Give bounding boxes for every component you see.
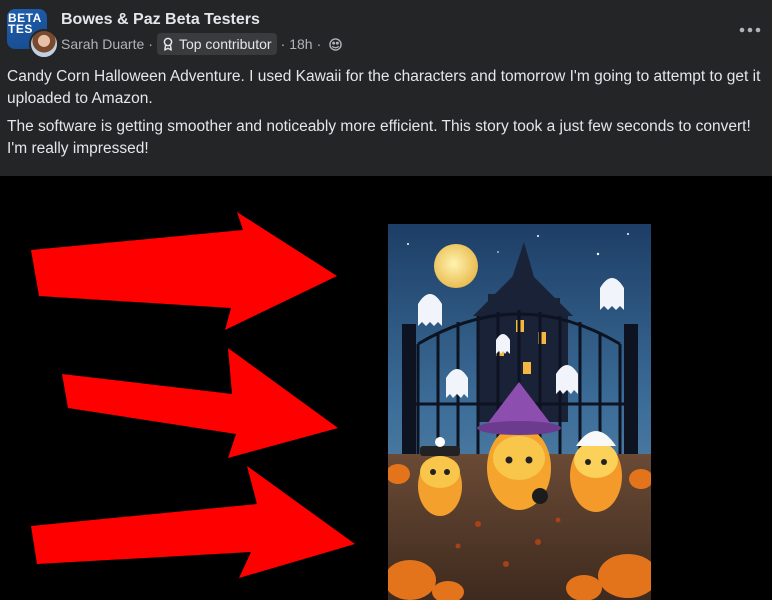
group-name-link[interactable]: Bowes & Paz Beta Testers	[61, 11, 260, 29]
post-timestamp[interactable]: 18h	[289, 36, 312, 52]
contributor-badge-icon	[163, 37, 173, 51]
more-options-button[interactable]	[734, 16, 766, 44]
meta-separator-3: ·	[316, 36, 322, 52]
post-header: BETA TES Bowes & Paz Beta Testers Sarah …	[0, 0, 772, 176]
red-arrow-2	[62, 348, 338, 458]
facebook-post: BETA TES Bowes & Paz Beta Testers Sarah …	[0, 0, 772, 600]
avatar-group[interactable]: BETA TES	[7, 9, 59, 59]
red-arrow-3	[31, 466, 355, 578]
post-meta: Sarah Duarte · Top contributor · 18h ·	[61, 33, 343, 55]
badge-label: Top contributor	[178, 36, 272, 52]
book-cover-image[interactable]	[388, 224, 651, 600]
full-moon	[434, 244, 478, 288]
user-avatar[interactable]	[29, 29, 59, 59]
post-media[interactable]	[0, 176, 772, 600]
red-arrow-1	[31, 212, 337, 330]
more-options-icon	[739, 27, 761, 33]
post-paragraph-2: The software is getting smoother and not…	[7, 118, 751, 157]
post-body: Candy Corn Halloween Adventure. I used K…	[7, 66, 765, 166]
globe-icon[interactable]	[329, 37, 343, 51]
meta-separator: ·	[148, 36, 153, 52]
top-contributor-badge[interactable]: Top contributor	[156, 33, 277, 55]
post-paragraph-1: Candy Corn Halloween Adventure. I used K…	[7, 68, 761, 107]
author-name-link[interactable]: Sarah Duarte	[61, 36, 144, 52]
meta-separator-2: ·	[280, 36, 286, 52]
